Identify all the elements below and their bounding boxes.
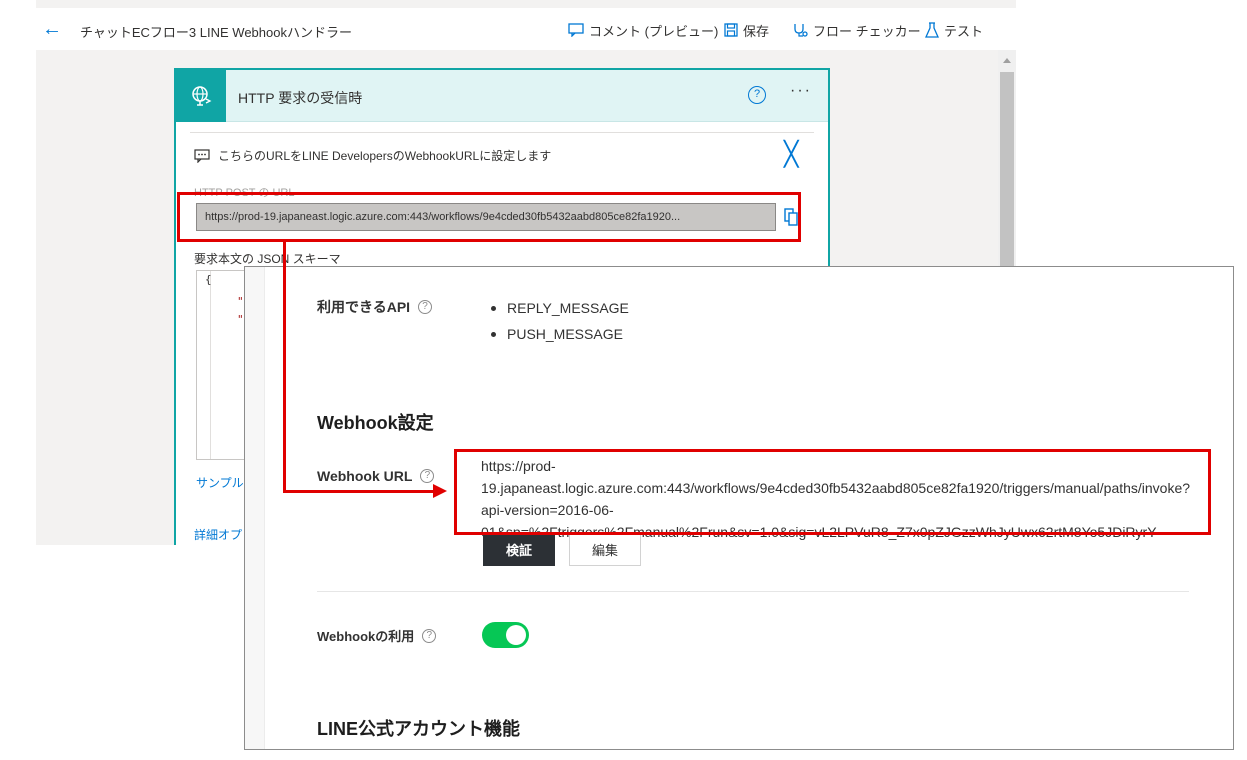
schema-string: " [237,295,244,308]
trigger-title: HTTP 要求の受信時 [238,90,363,106]
flow-checker-button[interactable]: フロー チェッカー [792,20,921,40]
stethoscope-icon [794,24,808,37]
comment-info-bar: こちらのURLをLINE DevelopersのWebhookURLに設定します… [190,132,814,172]
more-options-icon[interactable]: ··· [790,82,812,100]
flow-checker-label: フロー チェッカー [813,23,921,39]
save-icon [724,23,738,37]
editor-gutter [197,271,211,459]
command-bar: ← チャットECフロー3 LINE Webhookハンドラー コメント (プレビ… [36,8,1016,50]
help-icon[interactable]: ? [420,469,435,483]
globe-request-icon [192,86,212,106]
annotation-arrow-icon [433,484,447,498]
comment-button[interactable]: コメント (プレビュー) [568,20,718,40]
verify-button[interactable]: 検証 [483,533,555,566]
available-api-label: 利用できるAPI ? [317,297,433,317]
divider [317,591,1189,592]
comment-icon [568,23,584,37]
list-item: PUSH_MESSAGE [489,321,629,347]
official-account-features-heading: LINE公式アカウント機能 [317,719,521,739]
annotation-box-post-url [177,192,801,242]
webhook-url-label: Webhook URL ? [317,468,435,484]
console-sidebar [245,267,265,749]
save-label: 保存 [743,23,770,39]
comment-icon [194,149,210,163]
webhook-url-text: Webhook URL [317,468,413,484]
help-icon[interactable]: ? [748,86,766,104]
use-webhook-label: Webhookの利用 ? [317,626,437,645]
toggle-knob [506,625,526,645]
schema-string: " [237,313,244,326]
flow-title: チャットECフロー3 LINE Webhookハンドラー [80,25,352,40]
comment-label: コメント (プレビュー) [589,23,719,39]
comment-text: こちらのURLをLINE DevelopersのWebhookURLに設定します [218,149,552,163]
schema-brace: { [205,273,212,286]
annotation-box-webhook-url [454,449,1211,535]
back-arrow-icon[interactable]: ← [42,19,64,39]
test-button[interactable]: テスト [925,20,983,40]
use-webhook-toggle[interactable] [482,622,529,648]
schema-label: 要求本文の JSON スキーマ [194,252,341,266]
scroll-up-arrow-icon[interactable] [1003,58,1011,63]
save-button[interactable]: 保存 [724,20,769,40]
use-webhook-text: Webhookの利用 [317,629,415,644]
sample-payload-link[interactable]: サンプル [196,474,244,491]
webhook-settings-heading: Webhook設定 [317,413,434,433]
list-item: REPLY_MESSAGE [489,295,629,321]
advanced-options-link[interactable]: 詳細オプ [194,526,242,543]
json-schema-editor[interactable]: { " " [196,270,246,460]
trigger-card-header[interactable]: HTTP 要求の受信時 ? ··· [176,70,828,122]
test-label: テスト [944,23,984,39]
annotation-connector [283,240,286,493]
api-list: REPLY_MESSAGE PUSH_MESSAGE [489,295,629,347]
close-icon[interactable]: ╳ [784,143,798,167]
trigger-icon-box [176,70,226,122]
help-icon[interactable]: ? [422,628,437,643]
help-icon[interactable]: ? [418,300,433,314]
annotation-connector [283,490,435,493]
available-api-text: 利用できるAPI [317,299,411,315]
flask-icon [925,22,939,38]
edit-button[interactable]: 編集 [569,533,641,566]
